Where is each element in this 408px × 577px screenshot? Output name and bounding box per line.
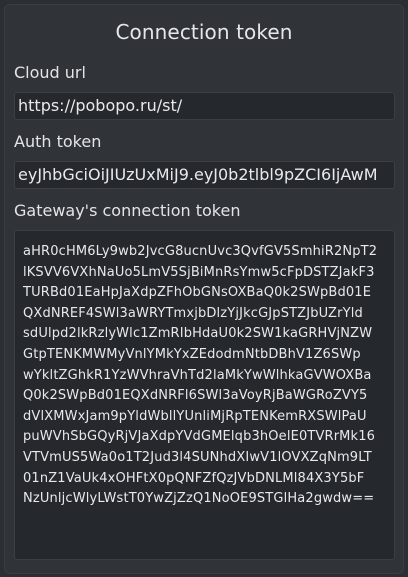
token-line: Q0k2SWpBd01EQXdNRFl6SWl3aVoyRjBaWGRoZVY5	[23, 388, 368, 404]
auth-token-value: eyJhbGciOiJIUzUxMiJ9.eyJ0b2tlbl9pZCI6IjA…	[18, 165, 378, 184]
token-line: wYkltZGhkR1YzWVhraVhTd2laMkYwWlhkaGVWOXB…	[23, 367, 372, 383]
token-line: NzUnljcWlyLWstT0YwZjZzQ1NoOE9STGlHa2gwdw…	[23, 491, 375, 507]
gateway-token-label: Gateway's connection token	[14, 201, 241, 220]
token-line: lKSVV6VXhNaUo5LmV5SjBiMnRsYmw5cFpDSTZJak…	[23, 264, 375, 280]
token-line: aHR0cHM6Ly9wb2JvcG8ucnUvc3QvfGV5SmhiR2Np…	[23, 244, 378, 259]
cloud-url-value: https://pobopo.ru/st/	[18, 96, 183, 115]
token-line: sdUlpd2lkRzlyWlc1ZmRIbHdaU0k2SW1kaGRHVjN…	[23, 326, 373, 342]
auth-token-field[interactable]: eyJhbGciOiJIUzUxMiJ9.eyJ0b2tlbl9pZCI6IjA…	[14, 161, 395, 189]
token-line: QXdNREF4SWl3aWRYTmxjbDlzYjJkcGJpSTZJbUZr…	[23, 305, 363, 321]
token-line: TURBd01EaHpJaXdpZFhObGNsOXBaQ0k2SWpBd01E	[23, 285, 372, 301]
token-line: VTVmUS5Wa0o1T2Jud3l4SUNhdXIwV1lOVXZqNm9L…	[23, 449, 372, 465]
cloud-url-field[interactable]: https://pobopo.ru/st/	[14, 92, 395, 120]
cloud-url-label: Cloud url	[14, 63, 86, 82]
auth-token-label: Auth token	[14, 132, 102, 151]
token-line: 01nZ1VaUk4xOHFtX0pQNFZfQzJVbDNLMl84X3Y5b…	[23, 470, 365, 486]
token-line: puWVhSbGQyRjVJaXdpYVdGMElqb3hOelE0TVRrMk…	[23, 429, 376, 445]
gateway-token-textarea[interactable]: aHR0cHM6Ly9wb2JvcG8ucnUvc3QvfGV5SmhiR2Np…	[14, 230, 395, 560]
token-line: GtpTENKMWMyVnlYMkYxZEdodmNtbDBhV1Z6SWp	[23, 346, 361, 362]
token-line: dVlXMWxJam9pYldWbllYUnliMjRpTENKemRXSWlP…	[23, 408, 367, 424]
dialog-title: Connection token	[115, 20, 293, 44]
